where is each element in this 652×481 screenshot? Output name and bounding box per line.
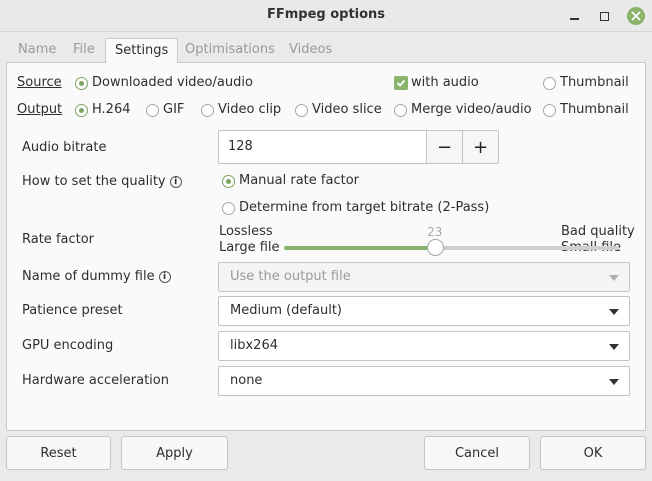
lossless-label: Lossless xyxy=(219,224,273,239)
cancel-button[interactable]: Cancel xyxy=(424,436,530,470)
dummy-file-label: Name of dummy file i xyxy=(22,269,171,284)
apply-button[interactable]: Apply xyxy=(121,436,228,470)
source-downloaded-label[interactable]: Downloaded video/audio xyxy=(92,75,253,90)
chevron-down-icon xyxy=(609,309,619,315)
gpu-label: GPU encoding xyxy=(22,338,114,353)
audio-bitrate-input[interactable]: 128 xyxy=(228,139,253,154)
output-merge-radio[interactable] xyxy=(394,104,407,117)
large-file-label: Large file xyxy=(219,240,280,255)
gpu-select[interactable]: libx264 xyxy=(218,331,630,361)
quality-manual-label[interactable]: Manual rate factor xyxy=(239,173,359,188)
tab-settings[interactable]: Settings xyxy=(105,38,179,63)
quality-target-label[interactable]: Determine from target bitrate (2-Pass) xyxy=(239,200,489,215)
close-icon xyxy=(627,7,645,25)
bad-quality-label: Bad quality xyxy=(561,224,635,239)
chevron-down-icon xyxy=(609,344,619,350)
rate-factor-slider-handle[interactable] xyxy=(427,239,445,256)
output-label: Output xyxy=(17,102,63,117)
quality-label: How to set the quality i xyxy=(22,174,182,189)
tab-name[interactable]: Name xyxy=(10,38,64,63)
maximize-button[interactable] xyxy=(594,6,614,26)
dummy-file-select: Use the output file xyxy=(218,262,630,292)
tab-file[interactable]: File xyxy=(65,38,103,63)
output-h264-label[interactable]: H.264 xyxy=(92,102,131,117)
ok-button[interactable]: OK xyxy=(540,436,646,470)
quality-manual-radio[interactable] xyxy=(222,175,235,188)
output-clip-radio[interactable] xyxy=(201,104,214,117)
minimize-icon xyxy=(569,18,579,20)
output-thumbnail-radio[interactable] xyxy=(543,104,556,117)
chevron-down-icon xyxy=(609,275,619,281)
reset-button[interactable]: Reset xyxy=(6,436,111,470)
window-title: FFmpeg options xyxy=(266,7,386,22)
tab-optimisations[interactable]: Optimisations xyxy=(177,38,283,63)
hwaccel-value: none xyxy=(230,373,263,388)
output-merge-label[interactable]: Merge video/audio xyxy=(411,102,532,117)
output-thumbnail-label[interactable]: Thumbnail xyxy=(560,102,629,117)
output-gif-radio[interactable] xyxy=(146,104,159,117)
rate-factor-value: 23 xyxy=(427,225,443,239)
output-clip-label[interactable]: Video clip xyxy=(218,102,281,117)
patience-value: Medium (default) xyxy=(230,303,342,318)
hwaccel-label: Hardware acceleration xyxy=(22,373,169,388)
output-gif-label[interactable]: GIF xyxy=(163,102,184,117)
gpu-value: libx264 xyxy=(230,338,278,353)
dummy-file-label-text: Name of dummy file xyxy=(22,269,155,284)
check-icon xyxy=(396,79,406,87)
audio-bitrate-stepper: 128 − + xyxy=(218,130,499,164)
output-slice-radio[interactable] xyxy=(295,104,308,117)
quality-label-text: How to set the quality xyxy=(22,174,166,189)
chevron-down-icon xyxy=(609,379,619,385)
dummy-file-value: Use the output file xyxy=(230,269,351,284)
close-button[interactable] xyxy=(626,6,646,26)
output-slice-label[interactable]: Video slice xyxy=(312,102,382,117)
info-icon[interactable]: i xyxy=(169,176,182,188)
hwaccel-select[interactable]: none xyxy=(218,366,630,396)
audio-bitrate-label: Audio bitrate xyxy=(22,140,107,155)
maximize-icon xyxy=(599,11,609,21)
patience-select[interactable]: Medium (default) xyxy=(218,296,630,326)
source-label: Source xyxy=(17,75,62,90)
source-downloaded-radio[interactable] xyxy=(75,77,88,90)
source-thumbnail-radio[interactable] xyxy=(543,77,556,90)
decrement-button[interactable]: − xyxy=(426,131,462,163)
tab-videos[interactable]: Videos xyxy=(281,38,340,63)
source-thumbnail-label[interactable]: Thumbnail xyxy=(560,75,629,90)
with-audio-label[interactable]: with audio xyxy=(411,75,479,90)
rate-factor-slider-fill xyxy=(284,246,436,250)
output-h264-radio[interactable] xyxy=(75,104,88,117)
rate-factor-label: Rate factor xyxy=(22,232,95,247)
minimize-button[interactable] xyxy=(564,6,584,26)
info-icon[interactable]: i xyxy=(158,271,171,283)
title-bar: FFmpeg options xyxy=(0,0,652,32)
quality-target-radio[interactable] xyxy=(222,202,235,215)
patience-label: Patience preset xyxy=(22,303,123,318)
increment-button[interactable]: + xyxy=(462,131,498,163)
with-audio-checkbox[interactable] xyxy=(394,76,408,90)
